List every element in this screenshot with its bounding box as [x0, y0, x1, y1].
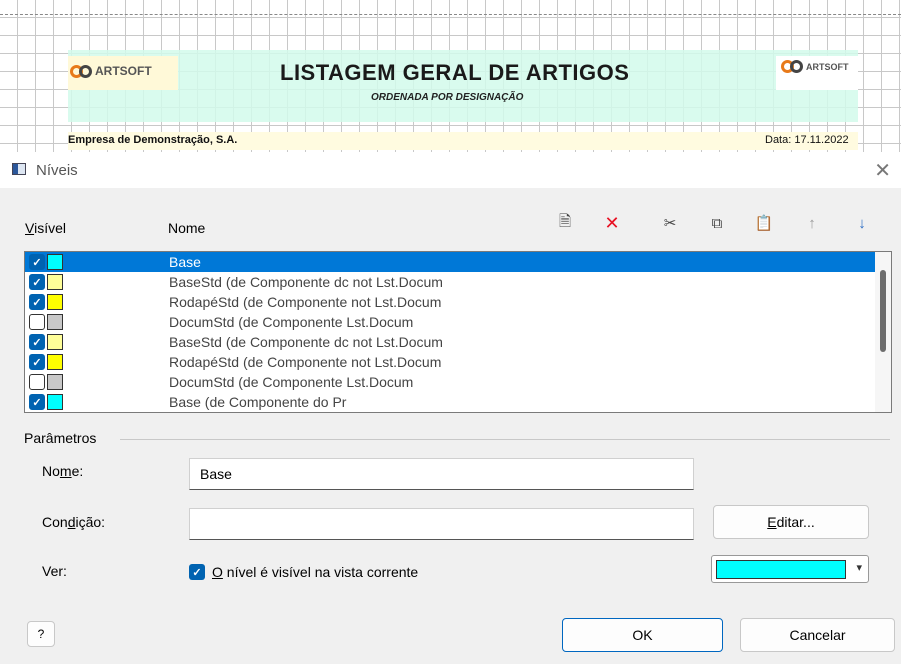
- artsoft-logo-icon: [781, 60, 803, 73]
- move-up-icon[interactable]: ↑: [799, 212, 825, 234]
- condition-field[interactable]: [189, 508, 694, 540]
- list-item[interactable]: ✓ Base: [25, 252, 877, 272]
- condition-label: Condição:: [42, 514, 105, 530]
- name-label: Nome:: [42, 463, 83, 479]
- list-item[interactable]: ✓ Base (de Componente do Pr: [25, 392, 877, 412]
- levels-list[interactable]: ✓ Base ✓ BaseStd (de Componente dc not Lst.…: [24, 251, 892, 413]
- list-item[interactable]: DocumStd (de Componente Lst.Docum: [25, 312, 877, 332]
- level-name: DocumStd (de Componente Lst.Docum: [169, 374, 414, 390]
- level-visible-checkbox[interactable]: ✓: [29, 334, 45, 350]
- level-name: RodapéStd (de Componente not Lst.Docum: [169, 294, 442, 310]
- new-icon[interactable]: 🗎: [552, 212, 578, 234]
- window-icon: [12, 163, 26, 175]
- access-key: m: [59, 463, 72, 479]
- access-key: V: [25, 220, 35, 236]
- level-color-swatch: [47, 334, 63, 350]
- report-date: Data: 17.11.2022: [765, 134, 849, 146]
- level-visible-checkbox[interactable]: [29, 374, 45, 390]
- level-visible-checkbox[interactable]: ✓: [29, 254, 45, 270]
- edit-button[interactable]: Editar...: [713, 505, 869, 539]
- level-name: RodapéStd (de Componente not Lst.Docum: [169, 354, 442, 370]
- logo-right-text: ARTSOFT: [806, 61, 849, 72]
- level-color-swatch: [47, 374, 63, 390]
- level-visible-checkbox[interactable]: ✓: [29, 354, 45, 370]
- list-item[interactable]: ✓ RodapéStd (de Componente not Lst.Docum: [25, 292, 877, 312]
- level-color-swatch: [716, 560, 846, 579]
- level-name: Base (de Componente do Pr: [169, 394, 347, 410]
- move-down-icon[interactable]: ↓: [849, 212, 875, 234]
- levels-dialog: Níveis ✕ Visível Nome 🗎 ✕ ✂ ⧉ 📋 ↑ ↓ ✓ Base ✓ Base…: [0, 152, 901, 664]
- list-item[interactable]: ✓ RodapéStd (de Componente not Lst.Docum: [25, 352, 877, 372]
- name-field[interactable]: Base: [189, 458, 694, 490]
- report-subtitle: ORDENADA POR DESIGNAÇÃO: [371, 92, 524, 103]
- copy-icon[interactable]: ⧉: [704, 212, 730, 234]
- access-key: E: [767, 514, 777, 530]
- level-color-swatch: [47, 274, 63, 290]
- edit-button-label: ditar...: [776, 514, 815, 530]
- parameters-divider: [120, 439, 890, 440]
- help-button[interactable]: ?: [27, 621, 55, 647]
- level-visible-checkbox[interactable]: ✓: [29, 294, 45, 310]
- report-title: LISTAGEM GERAL DE ARTIGOS: [280, 60, 630, 85]
- paste-icon[interactable]: 📋: [751, 212, 777, 234]
- level-color-swatch: [47, 254, 63, 270]
- condition-label-end: ição:: [75, 514, 106, 530]
- visible-in-view-label[interactable]: O nível é visível na vista corrente: [212, 564, 418, 580]
- report-preview: ARTSOFT ARTSOFT LISTAGEM GERAL DE ARTIGO…: [0, 0, 901, 152]
- artsoft-logo-right: ARTSOFT: [781, 60, 849, 73]
- level-name: BaseStd (de Componente dc not Lst.Docum: [169, 274, 443, 290]
- visible-in-view-text: nível é visível na vista corrente: [222, 564, 419, 580]
- report-company: Empresa de Demonstração, S.A.: [68, 134, 238, 146]
- list-item[interactable]: DocumStd (de Componente Lst.Docum: [25, 372, 877, 392]
- level-visible-checkbox[interactable]: ✓: [29, 274, 45, 290]
- level-visible-checkbox[interactable]: ✓: [29, 394, 45, 410]
- list-item[interactable]: ✓ BaseStd (de Componente dc not Lst.Docum: [25, 272, 877, 292]
- help-icon: ?: [37, 627, 45, 641]
- visible-in-view-checkbox[interactable]: ✓: [189, 564, 205, 580]
- level-name: BaseStd (de Componente dc not Lst.Docum: [169, 334, 443, 350]
- dialog-title: Níveis: [36, 162, 78, 179]
- cut-icon[interactable]: ✂: [657, 212, 683, 234]
- level-name: DocumStd (de Componente Lst.Docum: [169, 314, 414, 330]
- list-scrollbar[interactable]: [875, 252, 891, 412]
- level-visible-checkbox[interactable]: [29, 314, 45, 330]
- close-icon[interactable]: ✕: [874, 158, 891, 183]
- dialog-titlebar: Níveis ✕: [0, 152, 901, 188]
- access-key: O: [212, 564, 223, 580]
- ok-button[interactable]: OK: [562, 618, 723, 652]
- level-color-dropdown[interactable]: ▾: [711, 555, 869, 583]
- level-color-swatch: [47, 354, 63, 370]
- condition-label-start: Con: [42, 514, 68, 530]
- artsoft-logo-left: ARTSOFT: [70, 64, 152, 78]
- chevron-down-icon: ▾: [856, 562, 862, 574]
- report-page-border: [0, 14, 901, 15]
- column-header-visible-label: isível: [34, 220, 66, 236]
- level-color-swatch: [47, 294, 63, 310]
- name-label-end: e:: [71, 463, 84, 479]
- artsoft-logo-icon: [70, 64, 92, 78]
- column-header-name: Nome: [168, 220, 206, 236]
- level-name: Base: [169, 254, 201, 270]
- view-label: Ver:: [42, 563, 67, 579]
- logo-left-text: ARTSOFT: [95, 64, 152, 78]
- level-color-swatch: [47, 394, 63, 410]
- name-label-start: No: [42, 463, 60, 479]
- column-header-visible: Visível: [25, 220, 66, 236]
- cancel-button[interactable]: Cancelar: [740, 618, 895, 652]
- scrollbar-thumb[interactable]: [880, 270, 886, 352]
- parameters-section-label: Parâmetros: [24, 430, 97, 446]
- level-color-swatch: [47, 314, 63, 330]
- list-item[interactable]: ✓ BaseStd (de Componente dc not Lst.Docum: [25, 332, 877, 352]
- delete-icon[interactable]: ✕: [599, 212, 625, 234]
